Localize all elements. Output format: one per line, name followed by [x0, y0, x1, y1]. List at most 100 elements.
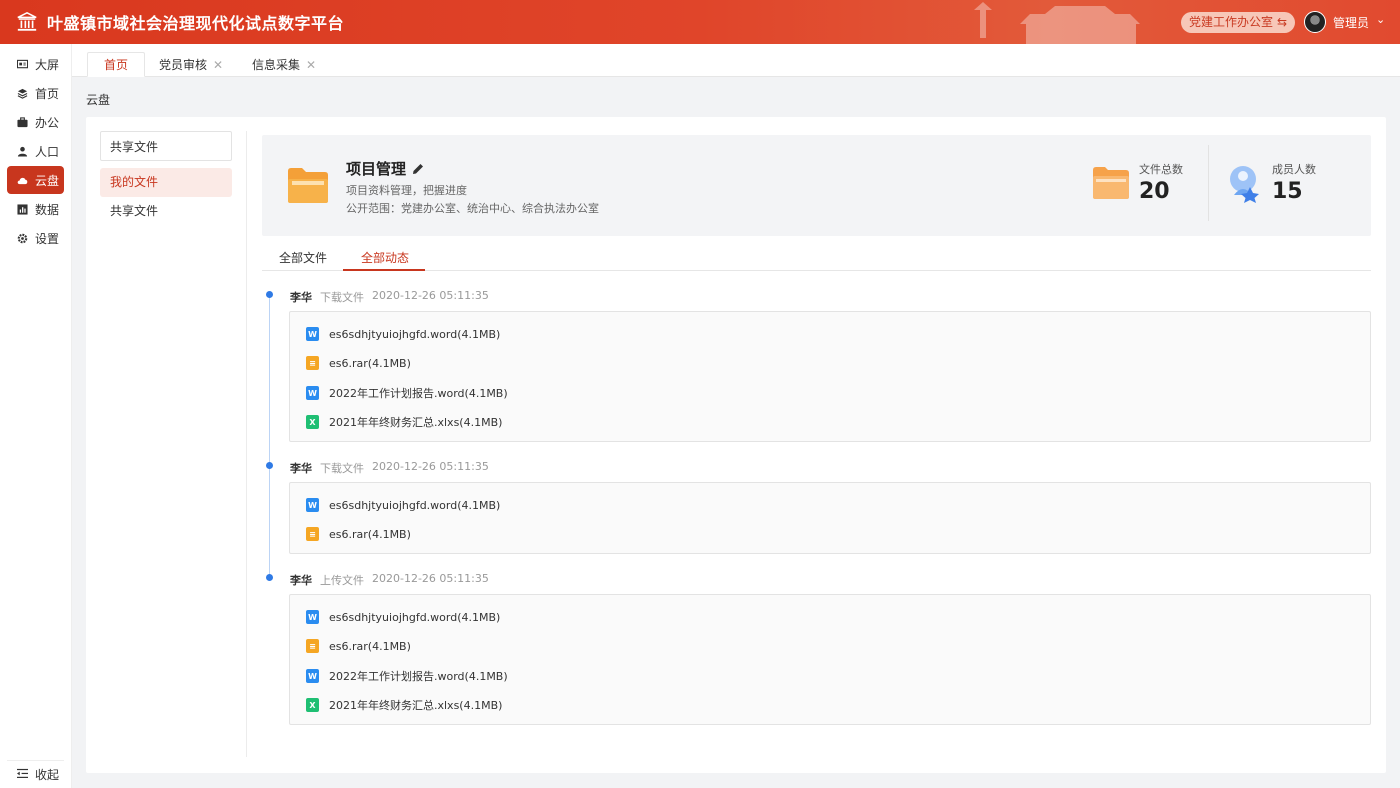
avatar[interactable]: [1304, 11, 1326, 33]
person-icon: [17, 146, 28, 157]
sidebar-collapse-button[interactable]: 收起: [7, 760, 64, 788]
file-name: es6sdhjtyuiojhgfd.word(4.1MB): [329, 498, 501, 512]
cloud-icon: [17, 175, 28, 186]
project-title: 项目管理: [346, 158, 424, 179]
content-tabs: 全部文件 全部动态: [262, 241, 1371, 271]
tab-label: 信息采集: [252, 58, 301, 72]
office-label: 党建工作办公室: [1189, 15, 1274, 29]
timeline-dot: [266, 462, 273, 469]
tab-all-activity[interactable]: 全部动态: [361, 249, 409, 266]
app-title: 叶盛镇市域社会治理现代化试点数字平台: [47, 14, 345, 33]
office-switch-button[interactable]: 党建工作办公室 ⇆: [1181, 12, 1296, 33]
file-name: 2021年年终财务汇总.xlxs(4.1MB): [329, 416, 503, 429]
activity-action: 上传文件: [320, 574, 364, 587]
layers-icon: [17, 88, 28, 99]
screen-icon: [17, 59, 28, 70]
sidebar-item-label: 数据: [35, 202, 60, 217]
members-label: 成员人数: [1272, 163, 1316, 176]
file-item[interactable]: W es6sdhjtyuiojhgfd.word(4.1MB): [306, 327, 500, 341]
activity-file-list: W es6sdhjtyuiojhgfd.word(4.1MB) ≡ es6.ra…: [289, 311, 1371, 442]
sidebar-item-label: 设置: [35, 231, 60, 246]
activity-file-list: W es6sdhjtyuiojhgfd.word(4.1MB) ≡ es6.ra…: [289, 482, 1371, 554]
file-item[interactable]: X 2021年年终财务汇总.xlxs(4.1MB): [306, 414, 502, 430]
file-total-stat: 文件总数 20: [1139, 161, 1183, 204]
edit-icon[interactable]: [412, 163, 424, 175]
word-file-icon: W: [306, 669, 319, 683]
file-name: es6.rar(4.1MB): [329, 527, 411, 541]
tab-label: 党员审核: [159, 58, 208, 72]
file-item[interactable]: W es6sdhjtyuiojhgfd.word(4.1MB): [306, 498, 500, 512]
folder-item-shared-files[interactable]: 共享文件: [100, 197, 232, 226]
cloud-drive-panel: 我的文件 共享文件 项目管理 项目资料管理，把握进度 公开范围：党建办公室、统治…: [86, 117, 1386, 773]
activity-user: 李华: [290, 291, 312, 304]
excel-file-icon: X: [306, 415, 319, 429]
zip-file-icon: ≡: [306, 639, 319, 653]
file-item[interactable]: X 2021年年终财务汇总.xlxs(4.1MB): [306, 697, 502, 713]
timeline-line: [269, 294, 270, 578]
close-icon[interactable]: ✕: [213, 58, 223, 72]
file-name: es6sdhjtyuiojhgfd.word(4.1MB): [329, 327, 501, 341]
project-info: 项目管理 项目资料管理，把握进度 公开范围：党建办公室、统治中心、综合执法办公室…: [262, 135, 1371, 236]
collapse-label: 收起: [35, 768, 60, 782]
activity-action: 下载文件: [320, 291, 364, 304]
activity-header: 李华 下载文件 2020-12-26 05:11:35: [290, 460, 489, 476]
divider: [1208, 145, 1209, 221]
project-description: 项目资料管理，把握进度: [346, 184, 467, 197]
active-tab-indicator: [343, 269, 425, 271]
zip-file-icon: ≡: [306, 527, 319, 541]
file-name: es6.rar(4.1MB): [329, 356, 411, 370]
tab-member-review[interactable]: 党员审核 ✕: [159, 52, 223, 77]
government-building-icon: [17, 12, 37, 31]
switch-icon: ⇆: [1277, 15, 1288, 29]
word-file-icon: W: [306, 386, 319, 400]
chart-icon: [17, 203, 28, 215]
activity-action: 下载文件: [320, 462, 364, 475]
file-name: 2021年年终财务汇总.xlxs(4.1MB): [329, 699, 503, 712]
sidebar-item-label: 办公: [35, 115, 60, 130]
folder-icon: [288, 168, 328, 203]
folder-nav: 我的文件 共享文件: [100, 131, 232, 757]
page-tabs: 首页 党员审核 ✕ 信息采集 ✕: [72, 44, 1400, 77]
briefcase-icon: [17, 116, 28, 128]
sidebar: 大屏 首页 办公 人口 云盘 数据 设置 收起: [0, 44, 72, 788]
activity-time: 2020-12-26 05:11:35: [372, 289, 489, 302]
chevron-down-icon[interactable]: ⌄: [1376, 13, 1385, 26]
project-scope: 公开范围：党建办公室、统治中心、综合执法办公室: [346, 202, 599, 215]
sidebar-item-office[interactable]: 办公: [7, 108, 64, 136]
zip-file-icon: ≡: [306, 356, 319, 370]
activity-user: 李华: [290, 462, 312, 475]
timeline-dot: [266, 291, 273, 298]
file-item[interactable]: W 2022年工作计划报告.word(4.1MB): [306, 668, 508, 684]
file-item[interactable]: ≡ es6.rar(4.1MB): [306, 356, 411, 370]
file-item[interactable]: W 2022年工作计划报告.word(4.1MB): [306, 385, 508, 401]
sidebar-item-label: 人口: [35, 144, 60, 159]
activity-file-list: W es6sdhjtyuiojhgfd.word(4.1MB) ≡ es6.ra…: [289, 594, 1371, 725]
close-icon[interactable]: ✕: [306, 58, 316, 72]
divider: [246, 131, 247, 757]
file-item[interactable]: W es6sdhjtyuiojhgfd.word(4.1MB): [306, 610, 500, 624]
sidebar-item-settings[interactable]: 设置: [7, 224, 64, 252]
sidebar-item-data[interactable]: 数据: [7, 195, 64, 223]
activity-user: 李华: [290, 574, 312, 587]
folder-search-input[interactable]: [100, 131, 232, 161]
tab-all-files[interactable]: 全部文件: [279, 249, 327, 266]
folder-item-my-files[interactable]: 我的文件: [100, 168, 232, 197]
sidebar-item-screen[interactable]: 大屏: [7, 50, 64, 78]
word-file-icon: W: [306, 498, 319, 512]
tab-info-collection[interactable]: 信息采集 ✕: [252, 52, 316, 77]
activity-header: 李华 上传文件 2020-12-26 05:11:35: [290, 572, 489, 588]
app-header: 叶盛镇市域社会治理现代化试点数字平台 党建工作办公室 ⇆ 管理员 ⌄: [0, 0, 1400, 44]
file-item[interactable]: ≡ es6.rar(4.1MB): [306, 527, 411, 541]
file-total-value: 20: [1139, 179, 1170, 204]
file-item[interactable]: ≡ es6.rar(4.1MB): [306, 639, 411, 653]
sidebar-item-label: 云盘: [35, 173, 60, 188]
tab-home[interactable]: 首页: [87, 52, 146, 77]
user-name[interactable]: 管理员: [1333, 14, 1369, 31]
sidebar-item-home[interactable]: 首页: [7, 79, 64, 107]
excel-file-icon: X: [306, 698, 319, 712]
sidebar-item-population[interactable]: 人口: [7, 137, 64, 165]
members-icon: [1230, 166, 1259, 203]
sidebar-item-cloud-drive[interactable]: 云盘: [7, 166, 64, 194]
activity-header: 李华 下载文件 2020-12-26 05:11:35: [290, 289, 489, 305]
timeline-dot: [266, 574, 273, 581]
